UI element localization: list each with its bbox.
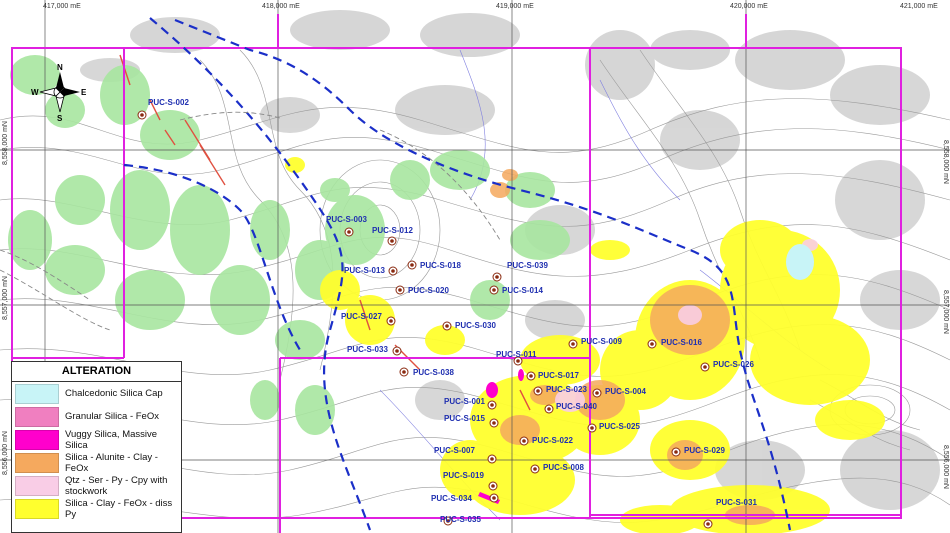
- drillhole-marker-dot: [529, 374, 533, 378]
- drillhole-marker-dot: [650, 342, 654, 346]
- drillhole-label: PUC-S-020: [408, 286, 449, 295]
- legend-swatch: [15, 498, 59, 519]
- drillhole-label: PUC-S-023: [546, 385, 587, 394]
- drillhole-label: PUC-S-022: [532, 436, 573, 445]
- drillhole-label: PUC-S-002: [148, 98, 189, 107]
- legend-swatch: [15, 406, 59, 427]
- legend-label: Vuggy Silica, Massive Silica: [65, 428, 158, 451]
- drillhole-marker-dot: [706, 522, 710, 526]
- drillhole-label: PUC-S-018: [420, 261, 461, 270]
- drillhole-marker-dot: [536, 389, 540, 393]
- drillhole-label: PUC-S-033: [347, 345, 388, 354]
- drillhole-marker-dot: [516, 359, 520, 363]
- easting-label: 417,000 mE: [43, 3, 81, 10]
- legend-item: Silica - Alunite - Clay - FeOx: [12, 451, 181, 474]
- legend-item: Chalcedonic Silica Cap: [12, 382, 181, 405]
- drillhole-label: PUC-S-015: [444, 414, 485, 423]
- drillhole-marker-dot: [398, 288, 402, 292]
- legend-swatch: [15, 383, 59, 404]
- drillhole-marker-dot: [590, 426, 594, 430]
- drillhole-marker-dot: [389, 319, 393, 323]
- drillhole-label: PUC-S-011: [496, 350, 537, 359]
- drillhole-label: PUC-S-038: [413, 368, 454, 377]
- drillhole-marker-dot: [495, 275, 499, 279]
- drillhole-label: PUC-S-001: [444, 397, 485, 406]
- drillhole-label: PUC-S-029: [684, 446, 725, 455]
- drillhole-label: PUC-S-003: [326, 215, 367, 224]
- drillhole-label: PUC-S-016: [661, 338, 702, 347]
- legend-swatch: [15, 429, 59, 450]
- drillhole-marker-dot: [492, 496, 496, 500]
- drillhole-marker-dot: [522, 439, 526, 443]
- drillhole-label: PUC-S-019: [443, 471, 484, 480]
- drillhole-label: PUC-S-031: [716, 498, 757, 507]
- legend-item: Qtz - Ser - Py - Cpy with stockwork: [12, 474, 181, 497]
- northing-label: 8,557,000 mN: [2, 276, 9, 320]
- legend-swatch: [15, 475, 59, 496]
- drillhole-marker-dot: [445, 324, 449, 328]
- drillhole-marker-dot: [391, 269, 395, 273]
- drillhole-label: PUC-S-013: [344, 266, 385, 275]
- drillhole-label: PUC-S-017: [538, 371, 579, 380]
- northing-label: 8,558,000 mN: [942, 140, 949, 184]
- legend-label: Qtz - Ser - Py - Cpy with stockwork: [65, 474, 168, 497]
- compass-s: S: [57, 114, 63, 123]
- drillhole-marker-dot: [395, 349, 399, 353]
- legend-title: ALTERATION: [12, 362, 181, 382]
- drillhole-label: PUC-S-009: [581, 337, 622, 346]
- drillhole-label: PUC-S-035: [440, 515, 481, 524]
- drillhole-label: PUC-S-007: [434, 446, 475, 455]
- drillhole-marker-dot: [490, 457, 494, 461]
- drillhole-marker-dot: [595, 391, 599, 395]
- drillhole-marker-dot: [547, 407, 551, 411]
- compass-e: E: [81, 88, 87, 97]
- drillhole-label: PUC-S-030: [455, 321, 496, 330]
- drillhole-marker-dot: [410, 263, 414, 267]
- drillhole-marker-dot: [491, 484, 495, 488]
- drillhole-marker-dot: [674, 450, 678, 454]
- drillhole-marker-dot: [390, 239, 394, 243]
- drillhole-marker-dot: [492, 421, 496, 425]
- legend-label: Silica - Clay - FeOx - diss Py: [65, 497, 173, 520]
- northing-label: 8,557,000 mN: [942, 290, 949, 334]
- legend-label: Silica - Alunite - Clay - FeOx: [65, 451, 158, 474]
- northing-label: 8,558,000 mN: [2, 121, 9, 165]
- legend-label: Chalcedonic Silica Cap: [65, 388, 163, 399]
- drillhole-label: PUC-S-039: [507, 261, 548, 270]
- legend-item: Vuggy Silica, Massive Silica: [12, 428, 181, 451]
- drillhole-label: PUC-S-012: [372, 226, 413, 235]
- compass-w: W: [31, 88, 39, 97]
- easting-label: 419,000 mE: [496, 3, 534, 10]
- chalcedonic-silica-zones: [786, 244, 814, 280]
- northing-label: 8,556,000 mN: [942, 445, 949, 489]
- drillhole-marker-dot: [492, 288, 496, 292]
- drillhole-marker-dot: [490, 403, 494, 407]
- drillhole-marker-dot: [703, 365, 707, 369]
- alteration-legend: ALTERATION Chalcedonic Silica Cap Granula…: [11, 361, 182, 533]
- drillhole: PUC-S-035: [440, 515, 481, 526]
- drillhole-label: PUC-S-004: [605, 387, 646, 396]
- drillhole-label: PUC-S-008: [543, 463, 584, 472]
- drillhole-label: PUC-S-027: [341, 312, 382, 321]
- easting-label: 418,000 mE: [262, 3, 300, 10]
- easting-label: 420,000 mE: [730, 3, 768, 10]
- drillhole-label: PUC-S-025: [599, 422, 640, 431]
- drillhole-marker-dot: [347, 230, 351, 234]
- drillhole-marker-dot: [402, 370, 406, 374]
- drillhole-marker-dot: [533, 467, 537, 471]
- drillhole-marker-dot: [571, 342, 575, 346]
- drillhole-marker-dot: [140, 113, 144, 117]
- legend-item: Silica - Clay - FeOx - diss Py: [12, 497, 181, 520]
- drillhole-label: PUC-S-026: [713, 360, 754, 369]
- legend-swatch: [15, 452, 59, 473]
- drillhole-label: PUC-S-034: [431, 494, 472, 503]
- compass-n: N: [57, 63, 63, 72]
- drillhole-label: PUC-S-014: [502, 286, 543, 295]
- easting-label: 421,000 mE: [900, 3, 938, 10]
- legend-label: Granular Silica - FeOx: [65, 411, 159, 422]
- northing-label: 8,556,000 mN: [2, 431, 9, 475]
- drillhole-label: PUC-S-040: [556, 402, 597, 411]
- legend-item: Granular Silica - FeOx: [12, 405, 181, 428]
